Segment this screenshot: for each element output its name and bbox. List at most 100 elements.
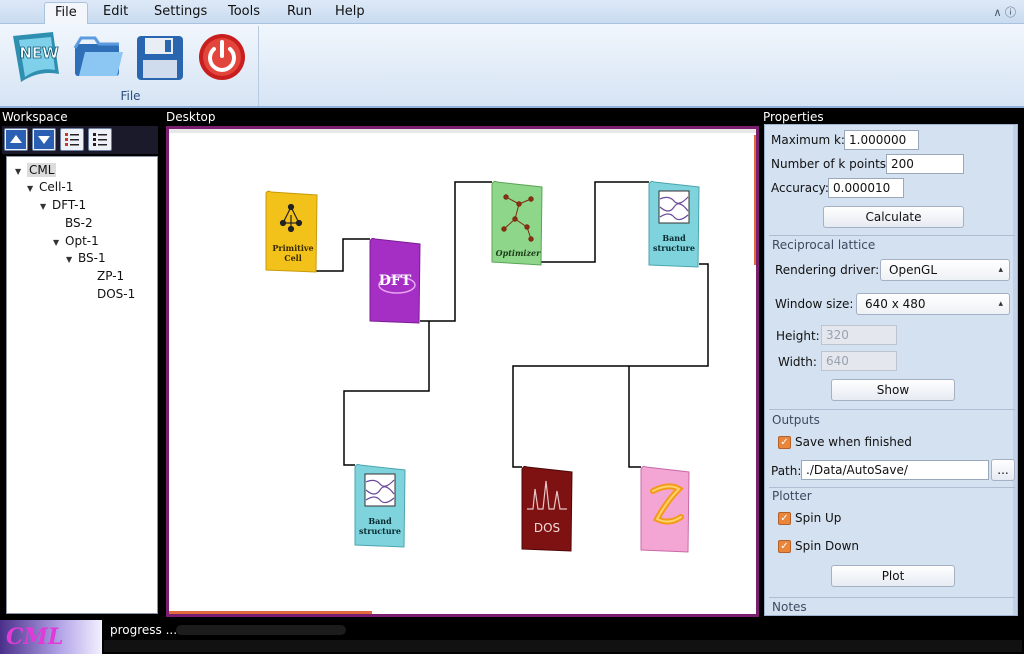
tree-item-opt-1[interactable]: ▼ Opt-1 [53, 233, 99, 250]
width-input[interactable]: 640 [821, 351, 897, 371]
node-label-line1: DFT [379, 273, 412, 289]
tree-item-cml[interactable]: ▼ CML [15, 162, 57, 180]
menu-file[interactable]: File [44, 2, 88, 24]
connection-band-zp [628, 366, 641, 468]
node-optimizer[interactable]: Optimizer [491, 180, 543, 266]
browse-button[interactable]: ... [991, 459, 1015, 481]
arrow-up-icon [6, 130, 26, 149]
section-divider [769, 487, 1015, 488]
rendering-driver-value: OpenGL [889, 263, 938, 277]
tree-item-label: Cell-1 [39, 180, 74, 194]
menu-run[interactable]: Run [277, 2, 322, 24]
desktop-canvas[interactable]: Primitive Cell DFT Optimizer Band struct… [166, 126, 759, 617]
node-label-line2: Cell [284, 253, 302, 263]
spin-up-label: Spin Up [795, 511, 842, 525]
menu-edit[interactable]: Edit [93, 2, 138, 24]
spin-down-checkbox[interactable]: ✓ [778, 540, 791, 553]
tree-item-cell-1[interactable]: ▼ Cell-1 [27, 179, 73, 196]
reciprocal-lattice-section-title: Reciprocal lattice [772, 238, 876, 252]
node-label-line2: structure [653, 243, 695, 253]
workspace-title: Workspace [2, 110, 68, 124]
properties-scrollbar[interactable] [1013, 125, 1017, 615]
node-dft[interactable]: DFT [369, 237, 421, 324]
accuracy-input[interactable]: 0.000010 [828, 178, 904, 198]
ribbon-minimize-help-icons[interactable]: ∧ ⓘ [993, 4, 1016, 20]
node-zp[interactable] [640, 465, 690, 553]
show-button[interactable]: Show [831, 379, 955, 401]
collapse-list-icon [93, 133, 107, 146]
tree-item-zp-1[interactable]: ZP-1 [97, 268, 124, 285]
spin-up-checkbox[interactable]: ✓ [778, 512, 791, 525]
tree-item-bs-1[interactable]: ▼ BS-1 [66, 250, 106, 267]
calculate-button[interactable]: Calculate [823, 206, 964, 228]
desktop-right-accent [754, 135, 756, 265]
properties-title: Properties [763, 110, 824, 124]
expand-all-button[interactable] [60, 128, 84, 151]
window-size-label: Window size: [775, 297, 854, 311]
path-input[interactable]: ./Data/AutoSave/ [801, 460, 989, 480]
expand-arrow-icon[interactable]: ▼ [15, 163, 27, 180]
band-structure-icon [364, 473, 396, 507]
open-button[interactable] [71, 30, 125, 84]
select-arrows-icon: ▴ [998, 265, 1003, 275]
horizontal-scrollbar[interactable] [104, 640, 1022, 652]
cml-logo-text: CML [6, 624, 64, 650]
workspace-tree[interactable]: ▼ CML ▼ Cell-1 ▼ DFT-1 BS-2 ▼ Opt-1 ▼ BS-1 ZP… [6, 156, 158, 614]
tree-item-label: ZP-1 [97, 269, 125, 283]
section-divider [769, 235, 1015, 236]
notes-section-title: Notes [772, 600, 807, 614]
menu-settings[interactable]: Settings [144, 2, 217, 24]
tree-item-dos-1[interactable]: DOS-1 [97, 286, 135, 303]
folder-icon [73, 36, 123, 76]
tree-item-dft-1[interactable]: ▼ DFT-1 [40, 197, 86, 214]
exit-button[interactable] [195, 30, 249, 84]
cml-logo: CML [0, 620, 102, 654]
height-label: Height: [776, 329, 820, 343]
node-label-line1: Primitive [272, 243, 313, 253]
node-label-line2: structure [359, 526, 401, 536]
collapse-all-button[interactable] [88, 128, 112, 151]
node-band-structure-1[interactable]: Band structure [648, 180, 700, 268]
tree-item-bs-2[interactable]: BS-2 [65, 215, 93, 232]
power-icon [199, 34, 245, 80]
accuracy-label: Accuracy: [771, 181, 829, 195]
height-input[interactable]: 320 [821, 325, 897, 345]
move-up-button[interactable] [4, 128, 28, 151]
plot-button[interactable]: Plot [831, 565, 955, 587]
tree-item-label: DOS-1 [97, 287, 136, 301]
save-when-finished-checkbox[interactable]: ✓ [778, 436, 791, 449]
node-label-line1: Optimizer [496, 248, 541, 258]
select-arrows-icon: ▴ [998, 299, 1003, 309]
expand-arrow-icon[interactable]: ▼ [40, 198, 52, 215]
number-of-k-points-label: Number of k points: [771, 157, 891, 171]
progress-label: progress ... [110, 623, 178, 637]
node-dos[interactable]: DOS [521, 465, 573, 552]
number-of-k-points-input[interactable]: 200 [886, 154, 964, 174]
menu-bar: File Edit Settings Tools Run Help ∧ ⓘ [0, 0, 1024, 24]
tree-item-label: BS-2 [65, 216, 93, 230]
expand-arrow-icon[interactable]: ▼ [66, 251, 78, 268]
tree-item-label: BS-1 [78, 251, 106, 265]
save-button[interactable] [133, 30, 187, 84]
properties-panel: Maximum k: 1.000000 Number of k points: … [764, 124, 1018, 616]
maximum-k-input[interactable]: 1.000000 [844, 130, 919, 150]
move-down-button[interactable] [32, 128, 56, 151]
progress-bar [176, 625, 346, 635]
menu-help[interactable]: Help [325, 2, 375, 24]
workspace-toolbar [2, 126, 158, 154]
rendering-driver-select[interactable]: OpenGL ▴ [880, 259, 1010, 281]
desktop-bottom-accent [169, 611, 372, 614]
window-size-select[interactable]: 640 x 480 ▴ [856, 293, 1010, 315]
window-size-value: 640 x 480 [865, 297, 926, 311]
ribbon-group-label: File [120, 89, 141, 103]
node-primitive-cell[interactable]: Primitive Cell [265, 190, 318, 273]
tree-item-label: CML [27, 163, 57, 177]
path-label: Path: [771, 464, 802, 478]
section-divider [769, 597, 1015, 598]
expand-arrow-icon[interactable]: ▼ [27, 180, 39, 197]
new-button[interactable]: NEW [9, 30, 63, 84]
node-band-structure-2[interactable]: Band structure [354, 463, 406, 548]
expand-arrow-icon[interactable]: ▼ [53, 234, 65, 251]
plotter-section-title: Plotter [772, 489, 812, 503]
menu-tools[interactable]: Tools [218, 2, 270, 24]
